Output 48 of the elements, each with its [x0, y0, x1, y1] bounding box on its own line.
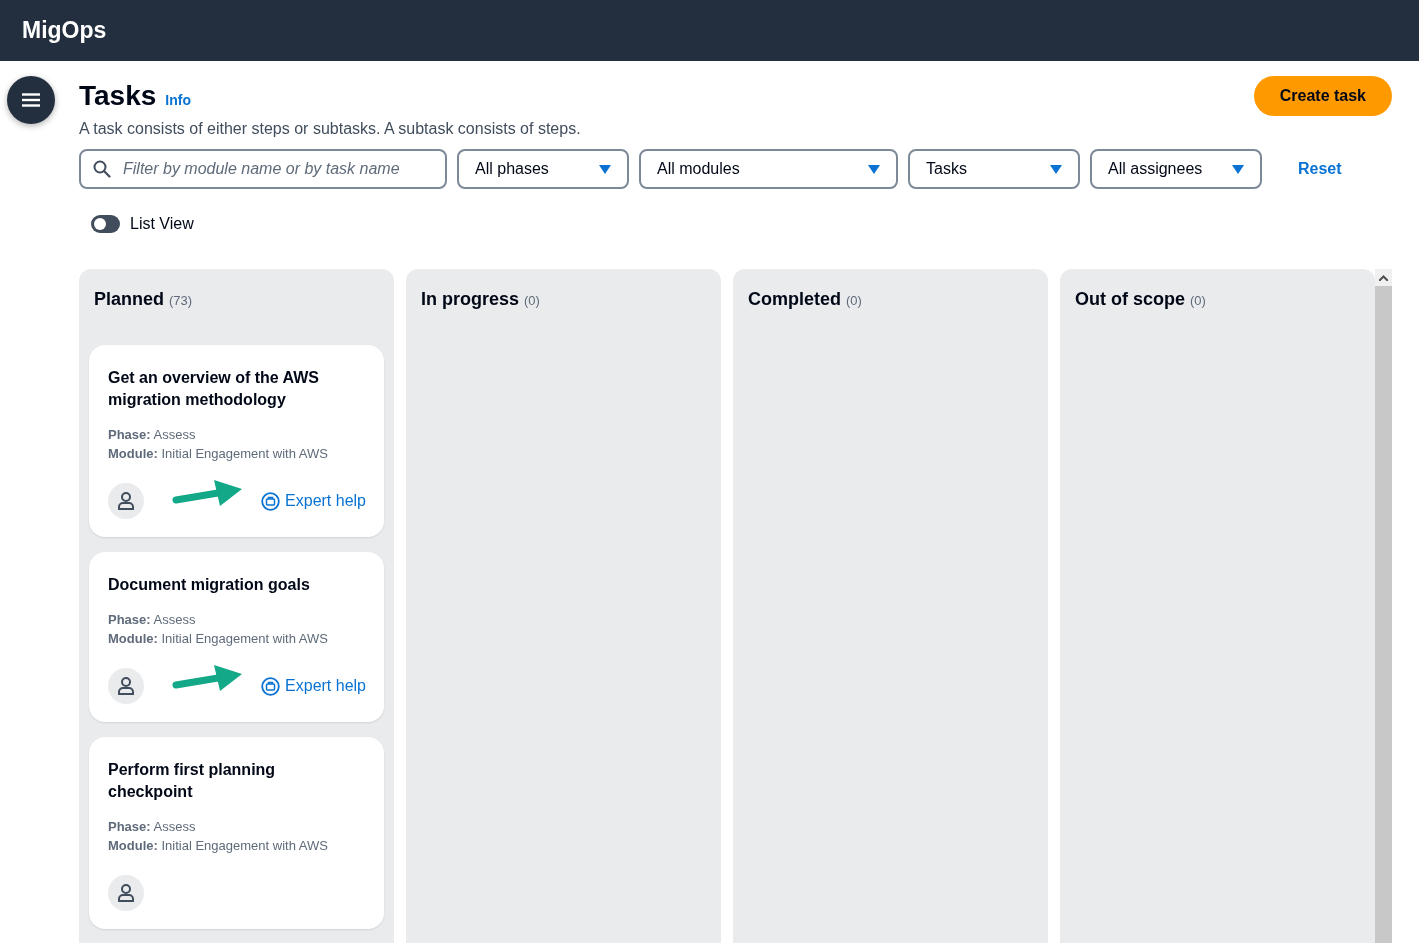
task-module: Module: Initial Engagement with AWS	[108, 630, 329, 648]
scroll-up-icon[interactable]	[1379, 274, 1388, 281]
caret-icon	[1232, 164, 1244, 174]
task-card[interactable]: Document migration goals Phase: Assess Module: Initial Engagement with AWS Expert help	[89, 552, 384, 722]
user-avatar-icon[interactable]	[108, 875, 144, 911]
task-phase: Phase: Assess	[108, 611, 197, 629]
info-link[interactable]: Info	[165, 92, 191, 108]
column-count: (0)	[846, 293, 862, 308]
caret-icon	[868, 164, 880, 174]
column-title: In progress	[421, 289, 520, 310]
page-title: Tasks	[79, 80, 157, 112]
expert-help-icon	[261, 491, 281, 511]
task-phase: Phase: Assess	[108, 818, 197, 836]
task-module: Module: Initial Engagement with AWS	[108, 837, 329, 855]
search-field[interactable]: Filter by module name or by task name	[79, 149, 447, 189]
task-card[interactable]: Get an overview of the AWS migration methodology Phase: Assess Module: Initial Engagement with AWS Expert help	[89, 345, 384, 537]
column-count: (73)	[169, 293, 193, 308]
scrollbar[interactable]	[1375, 269, 1392, 943]
column-title: Completed	[748, 289, 841, 310]
menu-button[interactable]	[7, 76, 55, 124]
expert-help-link[interactable]: Expert help	[261, 491, 366, 511]
page-description: A task consists of either steps or subtasks. A subtask consists of steps.	[79, 120, 582, 138]
task-title: Perform first planning checkpoint	[108, 760, 277, 802]
app-logo-text: MigOps	[22, 17, 107, 44]
filter-dropdown[interactable]: All modules	[639, 149, 898, 189]
caret-icon	[599, 164, 611, 174]
filter-dropdown[interactable]: Tasks	[908, 149, 1080, 189]
user-avatar-icon[interactable]	[108, 483, 144, 519]
task-phase: Phase: Assess	[108, 426, 197, 444]
column-title: Planned	[94, 289, 164, 310]
filter-dropdown[interactable]: All assignees	[1090, 149, 1262, 189]
task-title: Get an overview of the AWS migration methodology	[108, 368, 320, 410]
column-title: Out of scope	[1075, 289, 1185, 310]
expert-help-link[interactable]: Expert help	[261, 676, 366, 696]
user-avatar-icon[interactable]	[108, 668, 144, 704]
task-module: Module: Initial Engagement with AWS	[108, 445, 329, 463]
task-title: Document migration goals	[108, 575, 311, 595]
reset-link[interactable]: Reset	[1298, 160, 1342, 178]
create-task-button[interactable]: Create task	[1253, 76, 1392, 116]
column-count: (0)	[524, 293, 540, 308]
caret-icon	[1050, 164, 1062, 174]
task-card[interactable]: Perform first planning checkpoint Phase: Assess Module: Initial Engagement with AWS	[89, 737, 384, 929]
list-view-toggle[interactable]	[91, 215, 120, 233]
toggle-label: List View	[130, 215, 194, 233]
column-count: (0)	[1190, 293, 1206, 308]
expert-help-icon	[261, 676, 281, 696]
menu-icon	[22, 93, 40, 107]
filter-dropdown[interactable]: All phases	[457, 149, 629, 189]
